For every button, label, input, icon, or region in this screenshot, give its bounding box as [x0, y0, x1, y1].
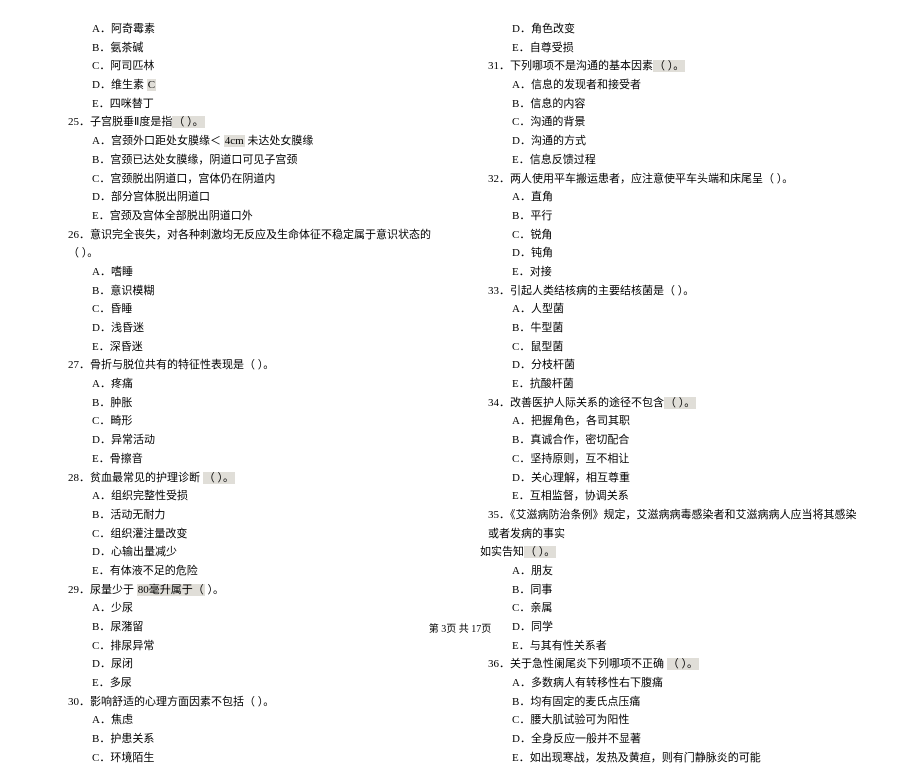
- q36-option-b: B．均有固定的麦氏点压痛: [480, 693, 860, 712]
- two-column-layout: A．阿奇霉素 B．氨茶碱 C．阿司匹林 D．维生素 C E．四咪替丁 25．子宫…: [60, 20, 860, 768]
- q29-option-d: D．尿闭: [60, 655, 440, 674]
- q33-stem: 33．引起人类结核病的主要结核菌是（ ）。: [480, 282, 860, 301]
- q27-stem: 27．骨折与脱位共有的特征性表现是（ ）。: [60, 356, 440, 375]
- q30-option-a: A．焦虑: [60, 711, 440, 730]
- q29-stem: 29．尿量少于 80毫升属于（ ）。: [60, 581, 440, 600]
- q24-option-e: E．四咪替丁: [60, 95, 440, 114]
- q28-option-e: E．有体液不足的危险: [60, 562, 440, 581]
- q36-stem: 36．关于急性阑尾炎下列哪项不正确 （ ）。: [480, 655, 860, 674]
- q27-option-a: A．疼痛: [60, 375, 440, 394]
- q28-stem: 28．贫血最常见的护理诊断 （ ）。: [60, 469, 440, 488]
- q24-option-b: B．氨茶碱: [60, 39, 440, 58]
- q30-option-c: C．环境陌生: [60, 749, 440, 768]
- q24-option-d: D．维生素 C: [60, 76, 440, 95]
- q26-option-b: B．意识模糊: [60, 282, 440, 301]
- q32-option-d: D．钝角: [480, 244, 860, 263]
- q33-option-d: D．分枝杆菌: [480, 356, 860, 375]
- q26-option-c: C．昏睡: [60, 300, 440, 319]
- q32-stem: 32．两人使用平车搬运患者，应注意使平车头端和床尾呈（ ）。: [480, 170, 860, 189]
- q31-option-e: E．信息反馈过程: [480, 151, 860, 170]
- q30-option-e: E．自尊受损: [480, 39, 860, 58]
- q33-option-b: B．牛型菌: [480, 319, 860, 338]
- q28-option-c: C．组织灌注量改变: [60, 525, 440, 544]
- q34-stem: 34．改善医护人际关系的途径不包含（ ）。: [480, 394, 860, 413]
- q35-option-b: B．同事: [480, 581, 860, 600]
- q27-option-b: B．肿胀: [60, 394, 440, 413]
- q34-option-a: A．把握角色，各司其职: [480, 412, 860, 431]
- q33-option-c: C．鼠型菌: [480, 338, 860, 357]
- q36-option-c: C．腰大肌试验可为阳性: [480, 711, 860, 730]
- q25-stem: 25．子宫脱垂Ⅱ度是指（ ）。: [60, 113, 440, 132]
- q32-option-b: B．平行: [480, 207, 860, 226]
- q33-option-e: E．抗酸杆菌: [480, 375, 860, 394]
- q27-option-e: E．骨擦音: [60, 450, 440, 469]
- q26-stem: 26．意识完全丧失，对各种刺激均无反应及生命体征不稳定属于意识状态的（ ）。: [60, 226, 440, 263]
- q24-option-c: C．阿司匹林: [60, 57, 440, 76]
- q30-option-d: D．角色改变: [480, 20, 860, 39]
- q24-option-a: A．阿奇霉素: [60, 20, 440, 39]
- q33-option-a: A．人型菌: [480, 300, 860, 319]
- q25-option-a: A．宫颈外口距处女膜缘＜ 4cm 未达处女膜缘: [60, 132, 440, 151]
- left-column: A．阿奇霉素 B．氨茶碱 C．阿司匹林 D．维生素 C E．四咪替丁 25．子宫…: [60, 20, 440, 768]
- page-footer: 第 3页 共 17页: [0, 621, 920, 638]
- q29-option-a: A．少尿: [60, 599, 440, 618]
- q30-option-b: B．护患关系: [60, 730, 440, 749]
- q25-option-d: D．部分宫体脱出阴道口: [60, 188, 440, 207]
- q25-option-e: E．宫颈及宫体全部脱出阴道口外: [60, 207, 440, 226]
- q35-stem-cont: 如实告知（ ）。: [480, 543, 860, 562]
- q25-option-b: B．宫颈已达处女膜缘，阴道口可见子宫颈: [60, 151, 440, 170]
- q28-option-b: B．活动无耐力: [60, 506, 440, 525]
- q35-option-a: A．朋友: [480, 562, 860, 581]
- q30-stem: 30．影响舒适的心理方面因素不包括（ ）。: [60, 693, 440, 712]
- q36-option-d: D．全身反应一般并不显著: [480, 730, 860, 749]
- q34-option-c: C．坚持原则，互不相让: [480, 450, 860, 469]
- q35-option-c: C．亲属: [480, 599, 860, 618]
- q36-option-a: A．多数病人有转移性右下腹痛: [480, 674, 860, 693]
- q32-option-c: C．锐角: [480, 226, 860, 245]
- q31-option-d: D．沟通的方式: [480, 132, 860, 151]
- q29-option-e: E．多尿: [60, 674, 440, 693]
- q25-option-c: C．宫颈脱出阴道口，宫体仍在阴道内: [60, 170, 440, 189]
- q34-option-b: B．真诚合作，密切配合: [480, 431, 860, 450]
- q31-option-c: C．沟通的背景: [480, 113, 860, 132]
- q27-option-d: D．异常活动: [60, 431, 440, 450]
- q28-option-a: A．组织完整性受损: [60, 487, 440, 506]
- q26-option-d: D．浅昏迷: [60, 319, 440, 338]
- q31-option-a: A．信息的发现者和接受者: [480, 76, 860, 95]
- q34-option-e: E．互相监督，协调关系: [480, 487, 860, 506]
- q26-option-e: E．深昏迷: [60, 338, 440, 357]
- q36-option-e: E．如出现寒战，发热及黄疸，则有门静脉炎的可能: [480, 749, 860, 768]
- q32-option-e: E．对接: [480, 263, 860, 282]
- q28-option-d: D．心输出量减少: [60, 543, 440, 562]
- q27-option-c: C．畸形: [60, 412, 440, 431]
- q31-stem: 31．下列哪项不是沟通的基本因素（ ）。: [480, 57, 860, 76]
- q35-option-e: E．与其有性关系者: [480, 637, 860, 656]
- q35-stem: 35．《艾滋病防治条例》规定，艾滋病病毒感染者和艾滋病病人应当将其感染或者发病的…: [480, 506, 860, 543]
- right-column: D．角色改变 E．自尊受损 31．下列哪项不是沟通的基本因素（ ）。 A．信息的…: [480, 20, 860, 768]
- q32-option-a: A．直角: [480, 188, 860, 207]
- q26-option-a: A．嗜睡: [60, 263, 440, 282]
- q34-option-d: D．关心理解，相互尊重: [480, 469, 860, 488]
- q31-option-b: B．信息的内容: [480, 95, 860, 114]
- q29-option-c: C．排尿异常: [60, 637, 440, 656]
